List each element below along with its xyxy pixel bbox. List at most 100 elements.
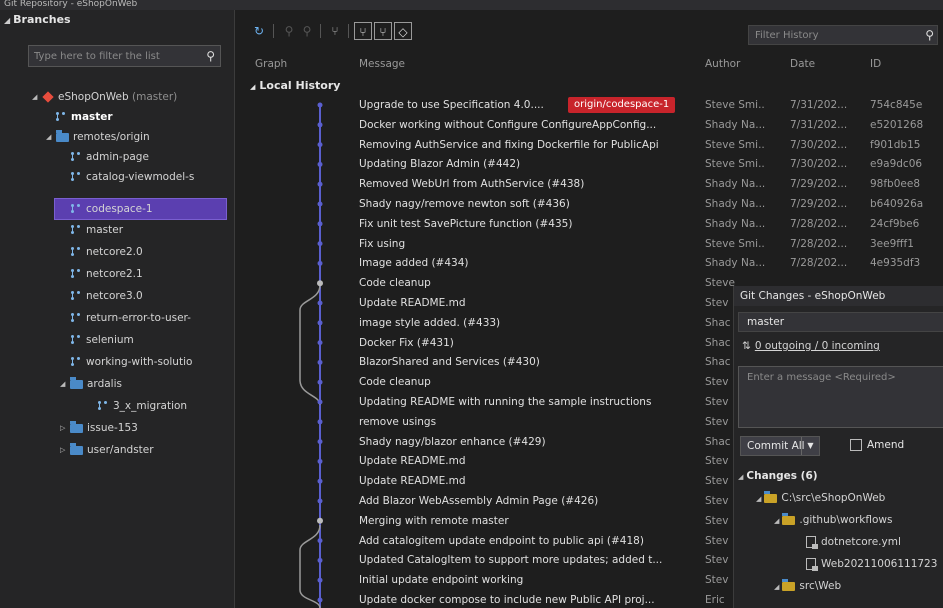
branch-item-return-error[interactable]: return-error-to-user-	[69, 308, 191, 328]
branches-header[interactable]: ◢ Branches	[0, 10, 234, 30]
branch-item-netcore3-0[interactable]: netcore3.0	[69, 286, 143, 306]
history-toolbar: ↻ ⚲ ⚲ ⑂ ⑂ ⑂ ◇ ⚲	[240, 18, 943, 45]
commit-row[interactable]: Updating Blazor Admin (#442) Steve Smi...…	[240, 154, 943, 174]
commit-message: Merging with remote master	[359, 514, 509, 527]
branch-item-admin-page[interactable]: admin-page	[69, 147, 149, 167]
folder-user-andster[interactable]: ▷ user/andster	[60, 440, 154, 460]
column-id[interactable]: ID	[870, 55, 881, 73]
commit-row[interactable]: Shady nagy/remove newton soft (#436) Shad…	[240, 194, 943, 214]
expand-arrow-icon[interactable]: ▷	[60, 418, 70, 438]
branch-filter-input[interactable]	[29, 46, 189, 66]
commit-all-label: Commit All	[747, 440, 805, 452]
commit-row[interactable]: Image added (#434) Shady Na... 7/28/202...…	[240, 253, 943, 273]
column-message[interactable]: Message	[359, 55, 405, 73]
file-icon	[806, 558, 818, 571]
commit-all-button[interactable]: Commit All ▼	[740, 436, 820, 456]
branch-item-codespace-1[interactable]: codespace-1	[54, 198, 227, 220]
branch-item-netcore2-1[interactable]: netcore2.1	[69, 264, 143, 284]
commit-message: Code cleanup	[359, 277, 431, 290]
branch-filter-field[interactable]: ⚲	[28, 45, 221, 67]
branch-item-selenium[interactable]: selenium	[69, 330, 134, 350]
column-graph[interactable]: Graph	[255, 55, 287, 73]
commit-id: e5201268	[870, 118, 924, 131]
pull-icon[interactable]: ⚲	[298, 22, 316, 40]
branch-icon	[69, 290, 82, 302]
branch-label: codespace-1	[86, 203, 153, 215]
branch-selector[interactable]: master	[738, 312, 943, 332]
branch-icon	[69, 246, 82, 258]
history-filter-field[interactable]: ⚲	[748, 25, 938, 45]
changes-file-dotnetcore[interactable]: dotnetcore.yml	[806, 532, 901, 552]
checkbox-icon[interactable]	[850, 439, 862, 451]
branch-label: master	[86, 224, 124, 236]
expand-arrow-icon[interactable]: ◢	[32, 87, 42, 107]
commit-message: Add Blazor WebAssembly Admin Page (#426)	[359, 495, 599, 507]
folder-remotes-origin[interactable]: ◢ remotes/origin	[46, 127, 150, 147]
show-tags-icon[interactable]: ◇	[394, 22, 412, 40]
commit-author: Shady Na...	[705, 217, 765, 230]
expand-arrow-icon[interactable]: ▷	[60, 440, 70, 460]
column-author[interactable]: Author	[705, 55, 740, 73]
folder-issue-153[interactable]: ▷ issue-153	[60, 418, 138, 438]
commit-row[interactable]: Upgrade to use Specification 4.0.... Stev…	[240, 95, 943, 115]
changes-folder-root[interactable]: ◢ C:\src\eShopOnWeb	[756, 488, 885, 508]
commit-row[interactable]: Removed WebUrl from AuthService (#438) Sh…	[240, 174, 943, 194]
branch-label: netcore2.1	[86, 268, 143, 280]
expand-arrow-icon[interactable]: ◢	[46, 127, 56, 147]
branch-item-working-with-solution[interactable]: working-with-solutio	[69, 352, 192, 372]
column-date[interactable]: Date	[790, 55, 815, 73]
search-icon[interactable]: ⚲	[206, 49, 215, 63]
repo-node[interactable]: ◢ eShopOnWeb (master)	[32, 87, 177, 107]
commit-row[interactable]: Fix using Steve Smi... 7/28/202... 3ee9fff1	[240, 234, 943, 254]
local-history-label: Local History	[259, 79, 341, 92]
file-label: dotnetcore.yml	[821, 536, 901, 548]
commit-row[interactable]: Docker working without Configure Configu…	[240, 115, 943, 135]
commit-message: Removed WebUrl from AuthService (#438)	[359, 178, 585, 191]
branch-item-netcore2-0[interactable]: netcore2.0	[69, 242, 143, 262]
search-icon[interactable]: ⚲	[925, 28, 934, 42]
commit-message: Add catalogitem update endpoint to publi…	[359, 534, 644, 547]
commit-date: 7/31/202...	[790, 99, 848, 111]
chevron-down-icon[interactable]: ▼	[801, 437, 819, 455]
commit-message: Fix using	[359, 237, 406, 250]
sync-status: ⇅ 0 outgoing / 0 incoming	[742, 340, 880, 352]
amend-checkbox[interactable]: Amend	[850, 439, 904, 451]
expand-arrow-icon[interactable]: ◢	[60, 374, 70, 394]
history-filter-input[interactable]	[749, 26, 909, 44]
show-first-parent-icon[interactable]: ⑂	[354, 22, 372, 40]
changes-header[interactable]: ◢ Changes (6)	[738, 466, 818, 486]
folder-icon	[782, 512, 796, 525]
changes-folder-src-web[interactable]: ◢ src\Web	[774, 576, 841, 596]
commit-message-input[interactable]	[739, 367, 943, 427]
commit-id: 24cf9be6	[870, 217, 920, 230]
commit-id: f901db15	[870, 138, 921, 151]
folder-icon	[764, 490, 778, 503]
commit-message: Shady nagy/blazor enhance (#429)	[359, 435, 546, 448]
branch-item-catalog-viewmodel[interactable]: catalog-viewmodel-s	[69, 167, 194, 187]
commit-message: Updating Blazor Admin (#442)	[359, 158, 521, 171]
commit-message: Initial update endpoint working	[359, 574, 524, 587]
branch-item-master-remote[interactable]: master	[69, 220, 123, 240]
folder-ardalis[interactable]: ◢ ardalis	[60, 374, 122, 394]
sync-link[interactable]: 0 outgoing / 0 incoming	[755, 340, 880, 352]
commit-id: 754c845e	[870, 99, 923, 111]
commit-author: Steve Smi...	[705, 158, 765, 171]
commit-message: BlazorShared and Services (#430)	[359, 356, 540, 369]
commit-row[interactable]: Fix unit test SavePicture function (#435…	[240, 214, 943, 234]
branch-item-master[interactable]: master	[54, 107, 113, 127]
commit-row[interactable]: Removing AuthService and fixing Dockerfi…	[240, 135, 943, 155]
changes-folder-workflows[interactable]: ◢ .github\workflows	[774, 510, 892, 530]
changes-file-web[interactable]: Web20211006111723	[806, 554, 937, 574]
folder-label: .github\workflows	[799, 514, 893, 526]
show-remote-branches-icon[interactable]: ⑂	[374, 22, 392, 40]
commit-message-field[interactable]	[738, 366, 943, 428]
commit-date: 7/28/202...	[790, 217, 848, 230]
fetch-icon[interactable]: ⚲	[280, 22, 298, 40]
commit-id: 98fb0ee8	[870, 178, 921, 191]
branch-graph-icon[interactable]: ⑂	[326, 22, 344, 40]
branch-tag[interactable]: origin/codespace-1	[568, 97, 676, 113]
branch-item-3-x-migration[interactable]: 3_x_migration	[96, 396, 187, 416]
local-history-header[interactable]: ◢ Local History	[250, 77, 340, 95]
toolbar-separator	[273, 24, 274, 38]
refresh-icon[interactable]: ↻	[250, 22, 268, 40]
